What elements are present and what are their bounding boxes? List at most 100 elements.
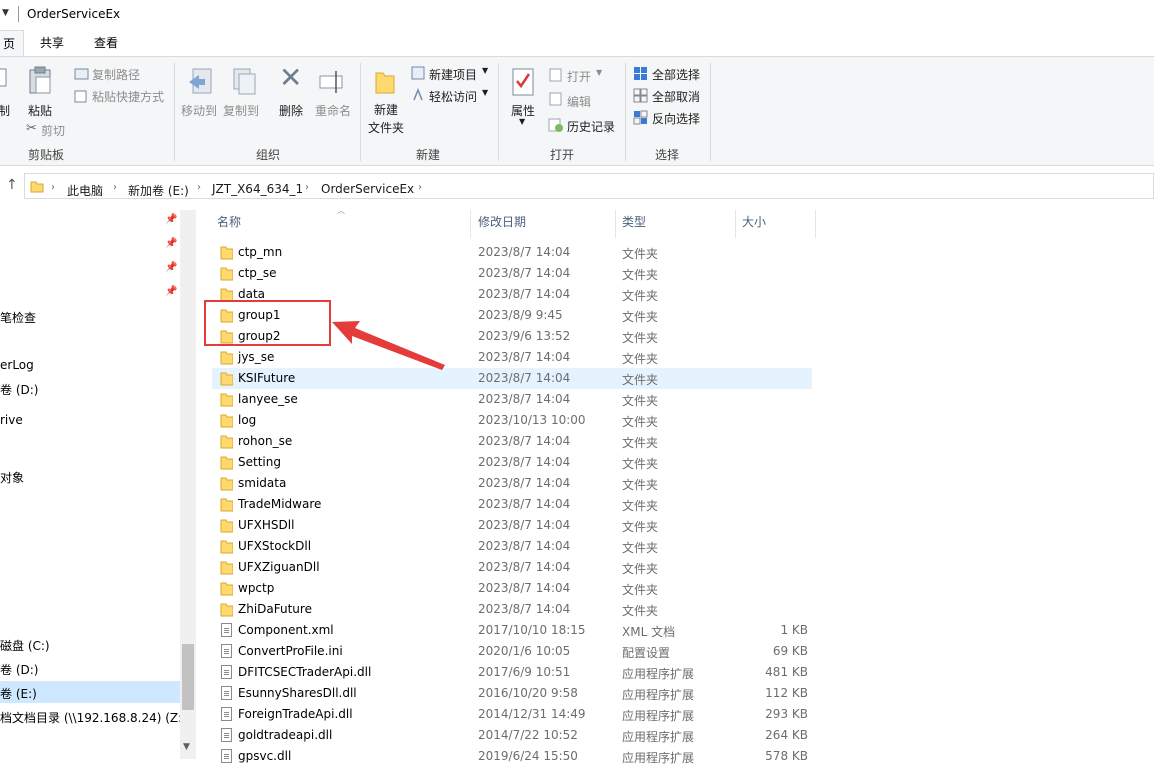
file-date: 2023/8/7 14:04 [478,518,571,532]
open-dropdown-icon[interactable]: ▼ [596,68,602,77]
invert-selection-button[interactable]: 反向选择 [652,110,700,127]
folder-row[interactable]: wpctp 2023/8/7 14:04 文件夹 [212,578,812,599]
folder-row[interactable]: rohon_se 2023/8/7 14:04 文件夹 [212,431,812,452]
column-divider[interactable] [615,210,616,238]
folder-row[interactable]: ZhiDaFuture 2023/8/7 14:04 文件夹 [212,599,812,620]
new-item-button[interactable]: 新建项目 [429,66,477,83]
select-all-button[interactable]: 全部选择 [652,66,700,83]
new-folder-button-line1[interactable]: 新建 [374,101,398,118]
column-divider[interactable] [470,210,471,238]
file-name: ForeignTradeApi.dll [238,707,353,721]
chevron-right-icon[interactable]: › [197,182,201,193]
easy-access-dropdown-icon[interactable]: ▼ [482,88,488,97]
chevron-right-icon[interactable]: › [113,182,117,193]
nav-item[interactable]: 档文档目录 (\\192.168.8.24) (Z:) [0,709,187,726]
file-row[interactable]: EsunnySharesDll.dll 2016/10/20 9:58 应用程序扩展… [212,683,812,704]
new-item-dropdown-icon[interactable]: ▼ [482,66,488,75]
nav-item[interactable]: 卷 (D:) [0,381,38,398]
copy-button[interactable]: 制 [0,102,10,119]
breadcrumb-orderserviceex[interactable]: OrderServiceEx [321,182,414,196]
paste-button[interactable]: 粘贴 [28,102,52,119]
tab-view[interactable]: 查看 [94,30,118,56]
chevron-right-icon[interactable]: › [305,182,309,193]
file-row[interactable]: goldtradeapi.dll 2014/7/22 10:52 应用程序扩展 264… [212,725,812,746]
column-divider[interactable] [735,210,736,238]
pin-icon[interactable]: 📌 [165,238,177,249]
group-divider [625,63,626,161]
folder-icon [220,456,233,470]
file-row[interactable]: ConvertProFile.ini 2020/1/6 10:05 配置设置 69 K… [212,641,812,662]
pin-icon[interactable]: 📌 [165,214,177,225]
new-folder-button-line2[interactable]: 文件夹 [368,119,404,136]
file-type: 文件夹 [622,310,659,324]
file-name: ZhiDaFuture [238,602,312,616]
up-arrow-icon[interactable]: ↑ [6,177,18,193]
file-date: 2023/8/7 14:04 [478,581,571,595]
nav-item-selected[interactable]: 卷 (E:) [0,685,37,702]
column-header-date[interactable]: 修改日期 [478,210,526,238]
copy-path-button[interactable]: 复制路径 [92,66,140,83]
select-none-button[interactable]: 全部取消 [652,88,700,105]
file-row[interactable]: Component.xml 2017/10/10 18:15 XML 文档 1 KB [212,620,812,641]
scroll-down-icon[interactable]: ▼ [183,742,190,752]
column-header-name[interactable]: 名称 [217,210,241,238]
nav-item[interactable]: erLog [0,358,34,372]
folder-row[interactable]: TradeMidware 2023/8/7 14:04 文件夹 [212,494,812,515]
nav-item[interactable]: 卷 (D:) [0,661,38,678]
pin-icon[interactable]: 📌 [165,262,177,273]
copy-to-button[interactable]: 复制到 [223,102,259,119]
folder-row[interactable]: ctp_mn 2023/8/7 14:04 文件夹 [212,242,812,263]
properties-dropdown-icon[interactable]: ▼ [519,117,525,126]
column-header-type[interactable]: 类型 [622,210,646,238]
cut-button[interactable]: 剪切 [41,122,65,139]
nav-item[interactable]: 对象 [0,469,24,486]
file-icon [221,686,232,700]
nav-item[interactable]: rive [0,413,23,427]
nav-item[interactable]: 磁盘 (C:) [0,637,50,654]
folder-row[interactable]: KSIFuture 2023/8/7 14:04 文件夹 [212,368,812,389]
delete-button[interactable]: 删除 [279,102,303,119]
move-to-button[interactable]: 移动到 [181,102,217,119]
chevron-right-icon[interactable]: › [51,182,55,193]
folder-row[interactable]: smidata 2023/8/7 14:04 文件夹 [212,473,812,494]
folder-row[interactable]: UFXZiguanDll 2023/8/7 14:04 文件夹 [212,557,812,578]
file-date: 2023/8/7 14:04 [478,476,571,490]
quick-access-chevron-icon[interactable]: ▼ [2,8,9,18]
breadcrumb-drive-e[interactable]: 新加卷 (E:) [128,182,189,199]
open-button[interactable]: 打开 [567,68,591,85]
folder-row[interactable]: lanyee_se 2023/8/7 14:04 文件夹 [212,389,812,410]
easy-access-button[interactable]: 轻松访问 [429,88,477,105]
edit-button[interactable]: 编辑 [567,93,591,110]
file-row[interactable]: gpsvc.dll 2019/6/24 15:50 应用程序扩展 578 KB [212,746,812,767]
folder-row[interactable]: Setting 2023/8/7 14:04 文件夹 [212,452,812,473]
paste-shortcut-button[interactable]: 粘贴快捷方式 [92,88,164,105]
file-type: 文件夹 [622,436,659,450]
pin-icon[interactable]: 📌 [165,286,177,297]
folder-row[interactable]: log 2023/10/13 10:00 文件夹 [212,410,812,431]
folder-row[interactable]: UFXHSDll 2023/8/7 14:04 文件夹 [212,515,812,536]
breadcrumb-this-pc[interactable]: 此电脑 [67,182,103,199]
history-button[interactable]: 历史记录 [567,118,615,135]
scrollbar-thumb[interactable] [182,644,194,710]
file-icon [221,644,232,658]
file-date: 2023/8/7 14:04 [478,287,571,301]
nav-item[interactable]: 笔检查 [0,309,36,326]
column-header-size[interactable]: 大小 [742,210,766,238]
rename-button[interactable]: 重命名 [315,102,351,119]
file-date: 2023/8/7 14:04 [478,560,571,574]
breadcrumb-jzt[interactable]: JZT_X64_634_1 [212,182,303,196]
column-divider[interactable] [815,210,816,238]
folder-row[interactable]: jys_se 2023/8/7 14:04 文件夹 [212,347,812,368]
address-bar[interactable]: › 此电脑 › 新加卷 (E:) › JZT_X64_634_1 › Order… [24,173,1154,199]
nav-scrollbar[interactable]: ▼ [180,210,196,759]
chevron-right-icon[interactable]: › [418,182,422,193]
tab-home[interactable]: 页 [0,30,24,56]
sort-up-icon: ︿ [337,206,345,215]
file-type: 文件夹 [622,331,659,345]
folder-row[interactable]: UFXStockDll 2023/8/7 14:04 文件夹 [212,536,812,557]
file-date: 2014/12/31 14:49 [478,707,586,721]
tab-share[interactable]: 共享 [40,30,64,56]
folder-row[interactable]: ctp_se 2023/8/7 14:04 文件夹 [212,263,812,284]
file-row[interactable]: DFITCSECTraderApi.dll 2017/6/9 10:51 应用程序扩… [212,662,812,683]
file-row[interactable]: ForeignTradeApi.dll 2014/12/31 14:49 应用程序扩… [212,704,812,725]
